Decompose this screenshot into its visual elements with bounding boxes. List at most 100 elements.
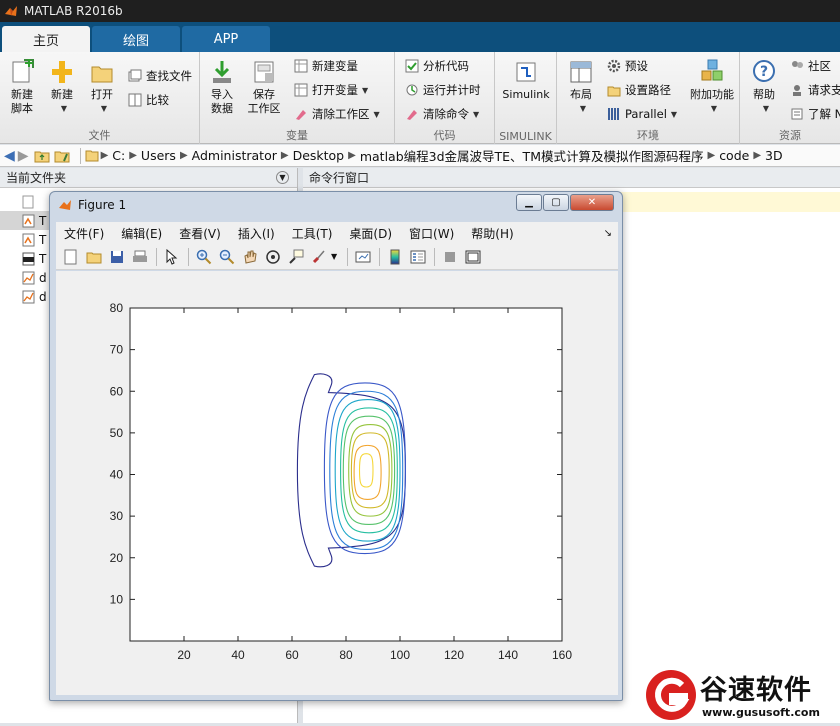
y-tick-label: 70 (110, 343, 124, 357)
community-button[interactable]: 社区 (790, 56, 831, 76)
menu-help[interactable]: 帮助(H) (471, 225, 513, 242)
help-button[interactable]: ? 帮助 ▼ (744, 58, 784, 116)
preferences-button[interactable]: 预设 (607, 56, 648, 76)
minimize-button[interactable]: ▁ (516, 194, 542, 211)
request-support-icon (793, 85, 801, 96)
menu-edit[interactable]: 编辑(E) (121, 225, 162, 242)
group-simulink: Simulink SIMULINK (495, 52, 557, 144)
save-figure-button[interactable] (106, 247, 127, 267)
group-environment-label: 环境 (637, 129, 659, 142)
simulink-icon (516, 62, 536, 82)
breadcrumb-3d[interactable]: 3D (765, 148, 783, 163)
open-button[interactable]: 打开 ▼ (82, 58, 122, 116)
breadcrumb-administrator[interactable]: Administrator (192, 148, 277, 163)
tab-plots[interactable]: 绘图 (92, 26, 180, 52)
figure-window[interactable]: Figure 1 ▁ ▢ ✕ 文件(F) 编辑(E) 查看(V) 插入(I) 工… (49, 191, 623, 701)
find-files-button[interactable]: 查找文件 (128, 66, 192, 86)
new-figure-button[interactable] (60, 247, 81, 267)
group-simulink-label: SIMULINK (499, 130, 552, 143)
analyze-code-button[interactable]: 分析代码 (405, 56, 469, 76)
zoom-in-icon (196, 249, 211, 264)
clear-commands-button[interactable]: 清除命令 ▼ (405, 104, 479, 124)
addons-button[interactable]: 附加功能 ▼ (687, 58, 737, 116)
layout-button[interactable]: 布局 ▼ (561, 58, 601, 116)
open-folder-icon (91, 66, 113, 83)
clear-workspace-icon (296, 110, 306, 120)
figure-canvas[interactable]: 20 40 60 80 100 120 140 160 10 20 30 40 50 60 70 80 (56, 271, 618, 695)
watermark-brand: 谷速软件 (700, 675, 812, 706)
new-script-button[interactable]: 新建 脚本 (2, 58, 42, 116)
up-folder-icon[interactable] (34, 149, 50, 163)
run-and-time-button[interactable]: 运行并计时 (405, 80, 481, 100)
insert-legend-button[interactable] (407, 247, 428, 267)
edit-plot-button[interactable] (161, 247, 182, 267)
open-variable-button[interactable]: 打开变量 ▼ (294, 80, 368, 100)
new-variable-icon (294, 59, 308, 73)
open-file-button[interactable] (83, 247, 104, 267)
browse-folder-icon[interactable] (54, 149, 70, 163)
group-resources: ? 帮助 ▼ 社区 请求支 了解 N 资源 (740, 52, 840, 144)
pan-button[interactable] (239, 247, 260, 267)
group-code: 分析代码 运行并计时 清除命令 ▼ 代码 (395, 52, 495, 144)
group-variable-label: 变量 (286, 129, 308, 142)
brush-button[interactable] (308, 247, 329, 267)
rotate-3d-icon (265, 249, 280, 264)
set-path-button[interactable]: 设置路径 (607, 80, 671, 100)
zoom-out-button[interactable] (216, 247, 237, 267)
breadcrumb-code[interactable]: code (719, 148, 749, 163)
menu-view[interactable]: 查看(V) (179, 225, 221, 242)
x-tick-label: 60 (285, 648, 299, 662)
open-variable-icon (294, 83, 308, 97)
printer-icon (132, 250, 147, 262)
brush-dropdown-icon[interactable]: ▼ (331, 252, 337, 261)
restore-button[interactable]: ▢ (543, 194, 569, 211)
contour-plot[interactable]: 20 40 60 80 100 120 140 160 10 20 30 40 50 60 70 80 (56, 271, 618, 695)
new-variable-button[interactable]: 新建变量 (294, 56, 358, 76)
link-plot-button[interactable] (352, 247, 373, 267)
breadcrumb-users[interactable]: Users (141, 148, 176, 163)
clear-workspace-button[interactable]: 清除工作区 ▼ (294, 104, 380, 124)
y-tick-label: 20 (110, 551, 124, 565)
tab-apps[interactable]: APP (182, 26, 270, 52)
data-cursor-icon (288, 249, 303, 264)
x-tick-label: 20 (177, 648, 191, 662)
show-plot-tools-button[interactable] (462, 247, 483, 267)
ribbon-tabbar: 主页 绘图 APP (0, 22, 840, 52)
new-button[interactable]: 新建 ▼ (42, 58, 82, 116)
matlab-logo-icon (59, 200, 71, 210)
zoom-in-button[interactable] (193, 247, 214, 267)
insert-colorbar-button[interactable] (384, 247, 405, 267)
hide-plot-tools-button[interactable] (439, 247, 460, 267)
breadcrumb-desktop[interactable]: Desktop (293, 148, 345, 163)
figure-title: Figure 1 (78, 198, 127, 212)
data-cursor-button[interactable] (285, 247, 306, 267)
dock-arrow-icon[interactable]: ↘ (604, 228, 612, 239)
tab-home[interactable]: 主页 (2, 26, 90, 52)
import-data-button[interactable]: 导入 数据 (202, 58, 242, 116)
menu-window[interactable]: 窗口(W) (409, 225, 454, 242)
breadcrumb-project[interactable]: matlab编程3d金属波导TE、TM模式计算及模拟作图源码程序 (360, 146, 704, 165)
simulink-button[interactable]: Simulink (499, 58, 553, 102)
panel-menu-icon[interactable]: ▼ (276, 171, 289, 184)
menu-file[interactable]: 文件(F) (64, 225, 104, 242)
colorbar-icon (390, 249, 400, 264)
breadcrumb-c[interactable]: C: (112, 148, 125, 163)
rotate-3d-button[interactable] (262, 247, 283, 267)
close-button[interactable]: ✕ (570, 194, 614, 211)
analyze-code-icon (405, 59, 419, 73)
back-arrow-icon[interactable]: ◀ (4, 148, 15, 164)
x-tick-label: 100 (390, 648, 410, 662)
link-plot-icon (355, 251, 371, 262)
compare-button[interactable]: 比较 (128, 90, 169, 110)
figure-menubar: 文件(F) 编辑(E) 查看(V) 插入(I) 工具(T) 桌面(D) 窗口(W… (56, 222, 618, 244)
save-workspace-button[interactable]: 保存 工作区 (244, 58, 284, 116)
forward-arrow-icon[interactable]: ▶ (18, 148, 29, 164)
menu-desktop[interactable]: 桌面(D) (349, 225, 392, 242)
parallel-button[interactable]: Parallel ▼ (607, 104, 677, 124)
menu-insert[interactable]: 插入(I) (238, 225, 275, 242)
request-support-button[interactable]: 请求支 (790, 80, 840, 100)
menu-tools[interactable]: 工具(T) (292, 225, 333, 242)
app-title: MATLAB R2016b (24, 4, 123, 18)
print-button[interactable] (129, 247, 150, 267)
learn-matlab-button[interactable]: 了解 N (790, 104, 840, 124)
